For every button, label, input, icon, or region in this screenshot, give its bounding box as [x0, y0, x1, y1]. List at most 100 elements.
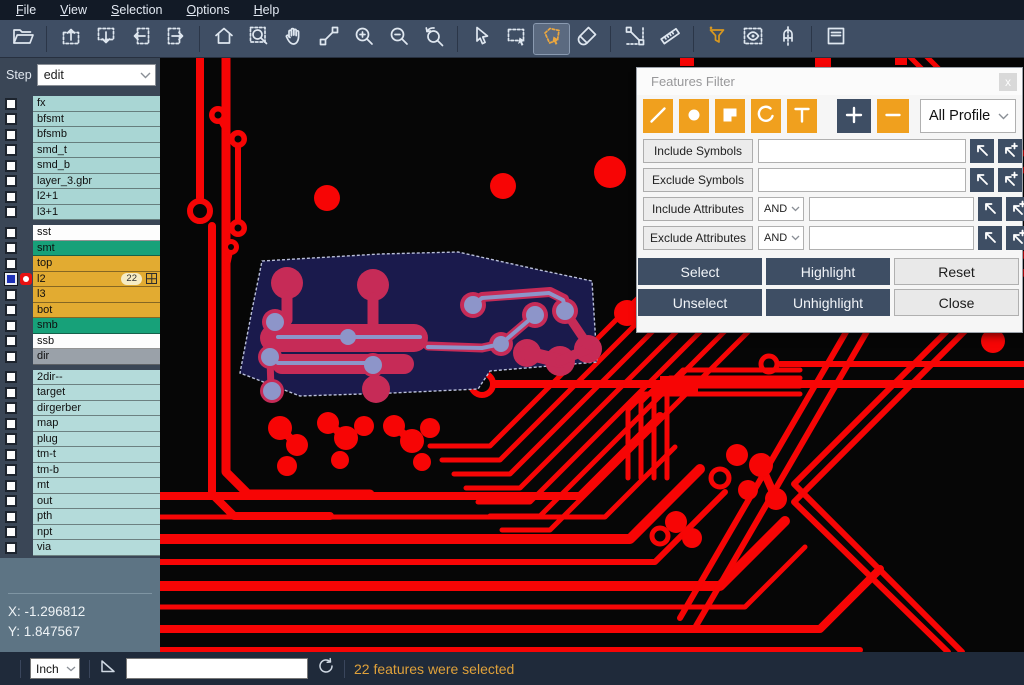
layer-name[interactable]: bfsmb: [33, 127, 160, 143]
layer-visibility-checkbox[interactable]: [5, 258, 17, 270]
layer-name[interactable]: bot: [33, 303, 160, 319]
layer-visibility-checkbox[interactable]: [5, 98, 17, 110]
features-filter-button[interactable]: [700, 24, 735, 54]
layer-name[interactable]: tm-b: [33, 463, 160, 479]
layer-row-bfsmb[interactable]: bfsmb: [0, 127, 160, 143]
layer-visibility-checkbox[interactable]: [5, 418, 17, 430]
layer-name[interactable]: l222: [33, 272, 160, 288]
layer-row-smb[interactable]: smb: [0, 318, 160, 334]
layer-visibility-checkbox[interactable]: [5, 402, 17, 414]
layer-name[interactable]: tm-t: [33, 447, 160, 463]
layer-name[interactable]: smb: [33, 318, 160, 334]
layer-visibility-checkbox[interactable]: [5, 160, 17, 172]
layer-name[interactable]: top: [33, 256, 160, 272]
include-symbols-button[interactable]: Include Symbols: [643, 139, 753, 163]
pick-symbols-button[interactable]: [970, 139, 994, 163]
layer-visibility-checkbox[interactable]: [5, 526, 17, 538]
unit-select[interactable]: Inch: [30, 658, 80, 679]
dialog-close-button[interactable]: x: [999, 73, 1017, 91]
select-rectangle-button[interactable]: [499, 24, 534, 54]
layer-name[interactable]: l3+1: [33, 205, 160, 221]
layer-name[interactable]: via: [33, 540, 160, 556]
layer-row-bot[interactable]: bot: [0, 303, 160, 319]
layer-visibility-checkbox[interactable]: [5, 289, 17, 301]
layer-visibility-checkbox[interactable]: [5, 449, 17, 461]
zoom-in-button[interactable]: [346, 24, 381, 54]
layer-name[interactable]: smd_t: [33, 143, 160, 159]
layer-row-dirgerber[interactable]: dirgerber: [0, 401, 160, 417]
pick-symbols-button[interactable]: [970, 168, 994, 192]
view-down-button[interactable]: [88, 24, 123, 54]
layer-visibility-checkbox[interactable]: [5, 542, 17, 554]
layer-row-target[interactable]: target: [0, 385, 160, 401]
layer-visibility-checkbox[interactable]: [5, 511, 17, 523]
layer-row-fx[interactable]: fx: [0, 96, 160, 112]
pick-add-symbols-button[interactable]: [998, 139, 1022, 163]
layer-visibility-checkbox[interactable]: [5, 387, 17, 399]
layer-name[interactable]: dirgerber: [33, 401, 160, 417]
measure-points-button[interactable]: [311, 24, 346, 54]
dialog-title-bar[interactable]: Features Filter x: [637, 68, 1022, 95]
layer-visibility-checkbox[interactable]: [5, 351, 17, 363]
layer-name[interactable]: out: [33, 494, 160, 510]
close-button[interactable]: Close: [894, 289, 1019, 316]
layer-row-plug[interactable]: plug: [0, 432, 160, 448]
layer-name[interactable]: l3: [33, 287, 160, 303]
command-input[interactable]: [126, 658, 308, 679]
layer-name[interactable]: target: [33, 385, 160, 401]
layer-name[interactable]: ssb: [33, 334, 160, 350]
layer-visibility-checkbox[interactable]: [5, 191, 17, 203]
unselect-button[interactable]: Unselect: [638, 289, 762, 316]
layer-row-smd_t[interactable]: smd_t: [0, 143, 160, 159]
layer-row-layer_3.gbr[interactable]: layer_3.gbr: [0, 174, 160, 190]
filter-line-button[interactable]: [643, 99, 673, 133]
refresh-icon[interactable]: [317, 657, 335, 680]
layer-row-npt[interactable]: npt: [0, 525, 160, 541]
exclude-symbols-button[interactable]: Exclude Symbols: [643, 168, 753, 192]
layer-visibility-checkbox[interactable]: [5, 144, 17, 156]
layer-visibility-checkbox[interactable]: [5, 206, 17, 218]
layer-visibility-checkbox[interactable]: [5, 433, 17, 445]
highlight-button[interactable]: Highlight: [766, 258, 890, 285]
measure-line-button[interactable]: [617, 24, 652, 54]
layer-visibility-checkbox[interactable]: [5, 371, 17, 383]
layer-row-out[interactable]: out: [0, 494, 160, 510]
exclude-symbols-input[interactable]: [758, 168, 966, 192]
reset-button[interactable]: Reset: [894, 258, 1019, 285]
exclude-attributes-operator-select[interactable]: AND: [758, 226, 804, 250]
filter-pad-button[interactable]: [679, 99, 709, 133]
layer-name[interactable]: l2+1: [33, 189, 160, 205]
layer-name[interactable]: smd_b: [33, 158, 160, 174]
filter-text-button[interactable]: [787, 99, 817, 133]
layer-row-l3+1[interactable]: l3+1: [0, 205, 160, 221]
layer-name[interactable]: layer_3.gbr: [33, 174, 160, 190]
zoom-out-button[interactable]: [381, 24, 416, 54]
pick-add-attributes-button[interactable]: [1006, 226, 1024, 250]
layer-visibility-checkbox[interactable]: [5, 242, 17, 254]
menu-options[interactable]: Options: [178, 1, 237, 19]
layer-visibility-checkbox[interactable]: [5, 320, 17, 332]
select-button[interactable]: Select: [638, 258, 762, 285]
zoom-window-button[interactable]: [241, 24, 276, 54]
ruler-button[interactable]: [652, 24, 687, 54]
layer-visibility-checkbox[interactable]: [5, 227, 17, 239]
pick-attributes-button[interactable]: [978, 226, 1002, 250]
menu-selection[interactable]: Selection: [103, 1, 170, 19]
pick-attributes-button[interactable]: [978, 197, 1002, 221]
view-up-button[interactable]: [53, 24, 88, 54]
layer-visibility-checkbox[interactable]: [5, 464, 17, 476]
layer-visibility-checkbox[interactable]: [5, 175, 17, 187]
layer-row-smd_b[interactable]: smd_b: [0, 158, 160, 174]
layer-row-bfsmt[interactable]: bfsmt: [0, 112, 160, 128]
filter-negative-button[interactable]: [877, 99, 909, 133]
layers-panel-button[interactable]: [818, 24, 853, 54]
layer-visibility-checkbox[interactable]: [5, 113, 17, 125]
view-right-button[interactable]: [158, 24, 193, 54]
profile-select[interactable]: All Profile: [920, 99, 1016, 133]
include-attributes-operator-select[interactable]: AND: [758, 197, 804, 221]
layer-row-sst[interactable]: sst: [0, 225, 160, 241]
select-polygon-button[interactable]: [534, 24, 569, 54]
exclude-attributes-input[interactable]: [809, 226, 974, 250]
menu-file[interactable]: File: [8, 1, 44, 19]
layer-row-smt[interactable]: smt: [0, 241, 160, 257]
